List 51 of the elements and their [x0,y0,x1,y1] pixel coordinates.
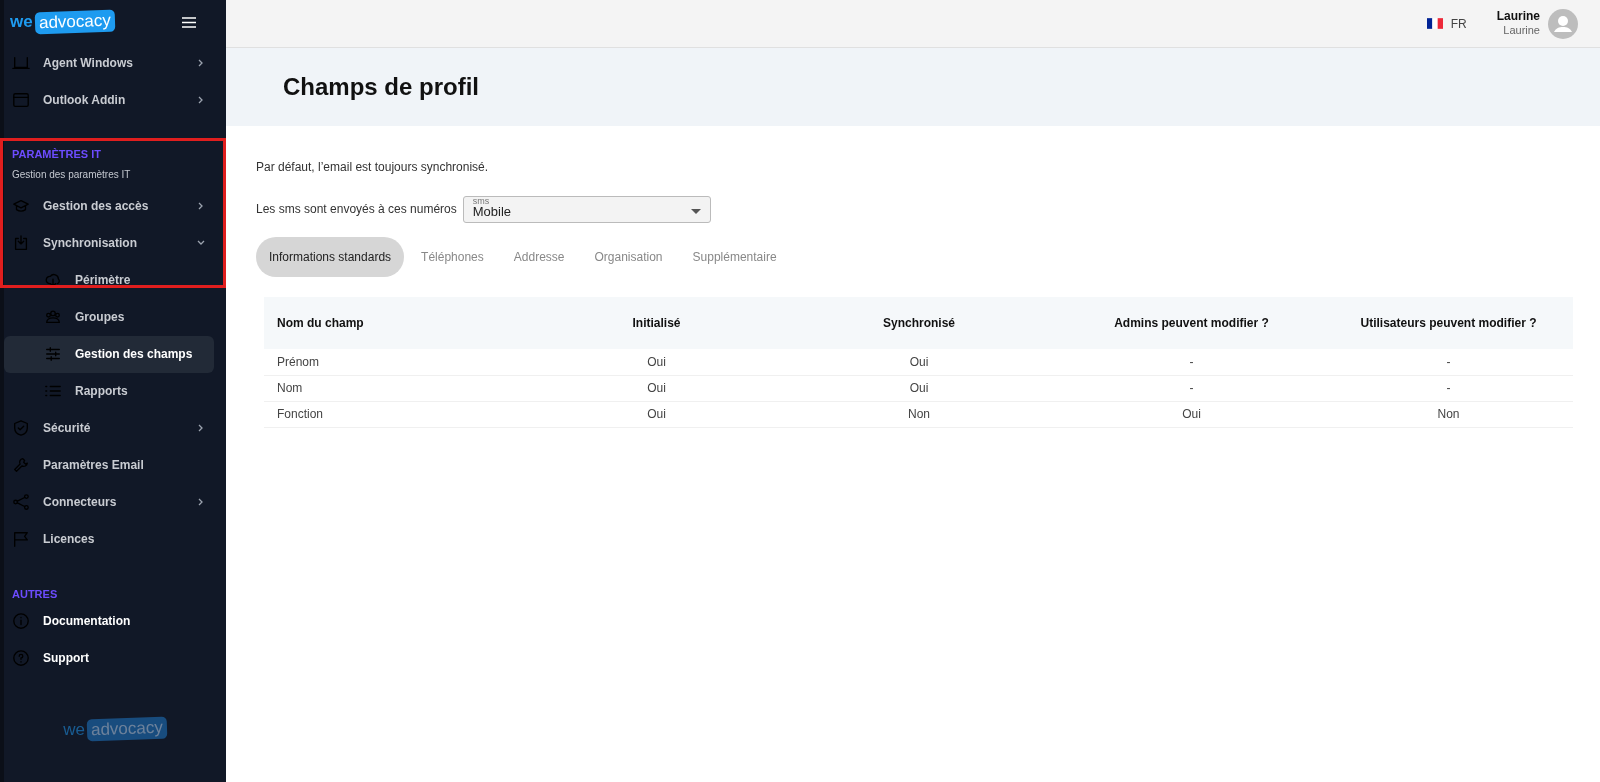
column-header: Initialisé [534,297,779,349]
table-cell: - [1059,349,1324,375]
section-title: AUTRES [11,586,59,602]
sidebar-item[interactable]: Sécurité [4,409,214,447]
sidebar-subitem[interactable]: Gestion des champs [4,335,214,373]
footer-logo: we advocacy [4,716,226,782]
table-cell: Prénom [264,349,534,375]
tab[interactable]: Supplémentaire [679,237,790,277]
tab[interactable]: Téléphones [408,237,497,277]
logo: we advocacy [10,9,115,35]
table-cell: - [1059,375,1324,401]
sidebar-item[interactable]: Gestion des accès [4,187,214,225]
page-title: Champs de profil [283,72,480,102]
sidebar-item[interactable]: Outlook Addin [4,81,214,118]
tab[interactable]: Organisation [581,237,676,277]
column-header: Synchronisé [779,297,1059,349]
sidebar-subitem[interactable]: Périmètre [4,261,214,299]
tab[interactable]: Addresse [500,237,578,277]
table-cell: Fonction [264,401,534,427]
sidebar-item[interactable]: Connecteurs [4,483,214,521]
section-title: PARAMÈTRES IT [11,147,103,162]
sidebar-item[interactable]: Agent Windows [4,44,214,81]
table-cell: Non [1324,401,1573,427]
sidebar-subitem[interactable]: Groupes [4,298,214,336]
table-cell: Oui [1059,401,1324,427]
column-header: Utilisateurs peuvent modifier ? [1324,297,1573,349]
info-text: Par défaut, l’email est toujours synchronisé. [256,159,490,176]
table-cell: Oui [779,375,1059,401]
sidebar-item[interactable]: Documentation [4,602,214,639]
column-header: Nom du champ [264,297,534,349]
table-cell: - [1324,349,1573,375]
column-header: Admins peuvent modifier ? [1059,297,1324,349]
section-subtitle: Gestion des paramètres IT [11,167,132,182]
table-cell: Nom [264,375,534,401]
table-cell: Oui [779,349,1059,375]
sms-label: Les sms sont envoyés à ces numéros [256,200,457,218]
language-code[interactable]: FR [1450,14,1467,33]
tab[interactable]: Informations standards [256,237,405,277]
table-cell: Oui [534,375,779,401]
user-subtitle: Laurine [1503,24,1540,38]
table-cell: - [1324,375,1573,401]
sidebar-subitem[interactable]: Rapports [4,372,214,410]
user-name: Laurine [1496,9,1540,25]
table-cell: Oui [534,401,779,427]
table-cell: Non [779,401,1059,427]
sidebar-item[interactable]: Support [4,639,214,676]
table-cell: Oui [534,349,779,375]
sidebar-item[interactable]: Synchronisation [4,224,214,262]
sms-select[interactable]: sms Mobile [462,196,711,223]
sidebar-item[interactable]: Paramètres Email [4,446,214,484]
sidebar-item[interactable]: Licences [4,520,214,558]
